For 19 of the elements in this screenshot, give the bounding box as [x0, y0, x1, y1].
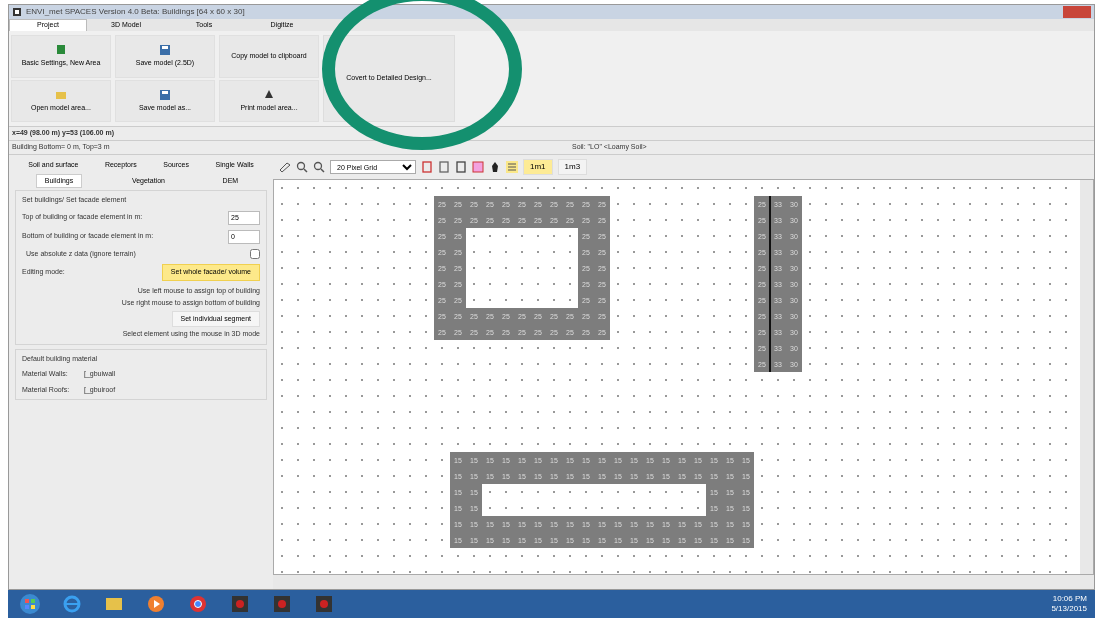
printer-icon [263, 88, 275, 101]
vertical-scrollbar[interactable] [1080, 180, 1093, 574]
app-icon [12, 7, 22, 17]
window-title: ENVI_met SPACES Version 4.0 Beta: Buildings [64 x 60 x 30] [26, 6, 245, 18]
scale-button[interactable]: 1m3 [557, 159, 588, 175]
figure-icon[interactable] [489, 161, 501, 173]
page-icon[interactable] [455, 161, 467, 173]
zoom-out-icon[interactable] [313, 161, 325, 173]
list-icon[interactable] [506, 161, 518, 173]
clock-date: 5/13/2015 [1051, 604, 1087, 614]
horizontal-scrollbar[interactable] [273, 575, 1094, 589]
checkbox[interactable] [250, 248, 260, 259]
model-grid[interactable] [274, 180, 1080, 574]
clock-time: 10:06 PM [1051, 594, 1087, 604]
zoom-in-icon[interactable] [296, 161, 308, 173]
scale-button[interactable]: 1m1 [523, 159, 553, 175]
page-icon[interactable] [421, 161, 433, 173]
page-icon[interactable] [438, 161, 450, 173]
map-icon [55, 44, 67, 56]
